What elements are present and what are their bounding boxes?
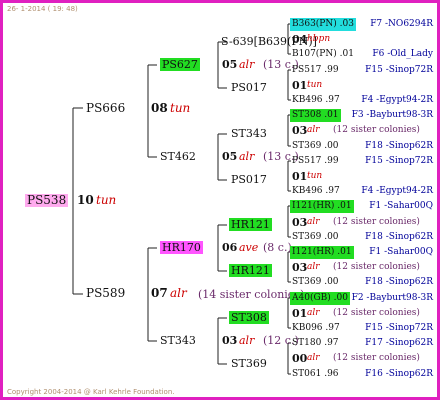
gen4-note: (12 sister colonies) xyxy=(333,217,420,227)
gen4-id[interactable]: ST180 .97 xyxy=(292,337,339,350)
dam-note: (14 sister colonies) xyxy=(198,288,305,301)
gen4-pedigree[interactable]: F1 -Sahar00Q xyxy=(369,200,433,213)
gen4-breeder: hbpn xyxy=(307,34,331,44)
gen3-d2[interactable]: ST369 xyxy=(231,357,267,370)
gen4-id[interactable]: PS517 .99 xyxy=(292,64,339,77)
pedigree-frame: 26- 1-2014 ( 19: 48) PS538 10 tun PS666 … xyxy=(0,0,440,400)
gen4-year: 01 xyxy=(292,79,308,92)
gen4-pedigree[interactable]: F7 -NO6294R xyxy=(370,18,433,31)
gen2-a-year: 05 xyxy=(222,58,238,71)
gen3-a2[interactable]: PS017 xyxy=(231,81,267,94)
gen4-breeder: alr xyxy=(307,125,320,135)
copyright: Copyright 2004-2014 @ Karl Kehrle Founda… xyxy=(7,388,175,396)
gen4-year: 03 xyxy=(292,216,308,229)
gen4-id[interactable]: ST308 .01 xyxy=(290,109,341,122)
gen4-pedigree[interactable]: F18 -Sinop62R xyxy=(365,231,433,244)
subject-breeder: tun xyxy=(96,193,117,207)
gen4-note: (12 sister colonies) xyxy=(333,353,420,363)
gen2-c-breeder: ave xyxy=(239,241,259,254)
gen4-id[interactable]: I121(HR) .01 xyxy=(290,246,354,259)
gen2-c-year: 06 xyxy=(222,241,238,254)
gen4-year: 03 xyxy=(292,124,308,137)
gen4-pedigree[interactable]: F15 -Sinop72R xyxy=(365,322,433,335)
gen3-b1[interactable]: ST343 xyxy=(231,127,267,140)
gen4-id[interactable]: KB496 .97 xyxy=(292,185,340,198)
gen3-c2[interactable]: HR121 xyxy=(229,264,272,277)
gen4-breeder: tun xyxy=(307,171,323,181)
gen4-pedigree[interactable]: F15 -Sinop72R xyxy=(365,155,433,168)
gen2-b-breeder: alr xyxy=(239,150,255,163)
gen4-pedigree[interactable]: F4 -Egypt94-2R xyxy=(361,94,433,107)
gen4-breeder: alr xyxy=(307,308,320,318)
gen4-id[interactable]: KB496 .97 xyxy=(292,94,340,107)
gen4-pedigree[interactable]: F3 -Bayburt98-3R xyxy=(352,109,433,122)
gen4-pedigree[interactable]: F16 -Sinop62R xyxy=(365,368,433,381)
gen3-b2[interactable]: PS017 xyxy=(231,173,267,186)
gen2-b-name[interactable]: ST462 xyxy=(160,150,196,163)
gen2-a-name[interactable]: PS627 xyxy=(160,58,200,71)
gen4-id[interactable]: B107(PN) .01 xyxy=(292,48,354,61)
gen4-id[interactable]: PS517 .99 xyxy=(292,155,339,168)
dam-name[interactable]: PS589 xyxy=(86,287,125,300)
gen4-pedigree[interactable]: F4 -Egypt94-2R xyxy=(361,185,433,198)
gen2-b-year: 05 xyxy=(222,150,238,163)
gen4-id[interactable]: B363(PN) .03 xyxy=(290,18,356,31)
gen2-d-breeder: alr xyxy=(239,334,255,347)
gen4-note: (12 sister colonies) xyxy=(333,262,420,272)
gen4-year: 04 xyxy=(292,33,308,46)
gen4-id[interactable]: KB096 .97 xyxy=(292,322,340,335)
sire-name[interactable]: PS666 xyxy=(86,102,125,115)
gen4-year: 03 xyxy=(292,261,308,274)
gen4-pedigree[interactable]: F15 -Sinop72R xyxy=(365,64,433,77)
gen4-pedigree[interactable]: F1 -Sahar00Q xyxy=(369,246,433,259)
subject-name[interactable]: PS538 xyxy=(25,194,69,207)
gen4-year: 01 xyxy=(292,307,308,320)
timestamp: 26- 1-2014 ( 19: 48) xyxy=(7,5,78,13)
gen4-id[interactable]: ST369 .00 xyxy=(292,276,339,289)
gen4-pedigree[interactable]: F6 -Old_Lady xyxy=(372,48,433,61)
gen4-id[interactable]: ST369 .00 xyxy=(292,231,339,244)
gen2-d-name[interactable]: ST343 xyxy=(160,334,196,347)
subject-year: 10 xyxy=(77,193,94,207)
gen4-id[interactable]: A40(GB) .00 xyxy=(290,292,350,305)
sire-year: 08 xyxy=(151,101,168,115)
gen4-pedigree[interactable]: F17 -Sinop62R xyxy=(365,337,433,350)
gen4-breeder: alr xyxy=(307,353,320,363)
gen4-breeder: alr xyxy=(307,262,320,272)
gen4-id[interactable]: ST369 .00 xyxy=(292,140,339,153)
gen4-breeder: alr xyxy=(307,217,320,227)
gen4-note: (12 sister colonies) xyxy=(333,308,420,318)
gen4-year: 01 xyxy=(292,170,308,183)
gen4-id[interactable]: I121(HR) .01 xyxy=(290,200,354,213)
gen2-c-name[interactable]: HR170 xyxy=(160,241,203,254)
gen4-year: 00 xyxy=(292,352,308,365)
gen2-a-breeder: alr xyxy=(239,58,255,71)
sire-breeder: tun xyxy=(170,101,191,115)
gen3-c1[interactable]: HR121 xyxy=(229,218,272,231)
gen2-c-note: (8 c.) xyxy=(263,241,292,254)
dam-year: 07 xyxy=(151,286,168,300)
gen4-pedigree[interactable]: F18 -Sinop62R xyxy=(365,276,433,289)
gen4-pedigree[interactable]: F18 -Sinop62R xyxy=(365,140,433,153)
gen3-d1[interactable]: ST308 xyxy=(229,311,269,324)
gen2-d-year: 03 xyxy=(222,334,238,347)
gen4-note: (12 sister colonies) xyxy=(333,125,420,135)
gen4-pedigree[interactable]: F2 -Bayburt98-3R xyxy=(352,292,433,305)
gen4-id[interactable]: ST061 .96 xyxy=(292,368,339,381)
dam-breeder: alr xyxy=(170,286,187,300)
gen4-breeder: tun xyxy=(307,80,323,90)
